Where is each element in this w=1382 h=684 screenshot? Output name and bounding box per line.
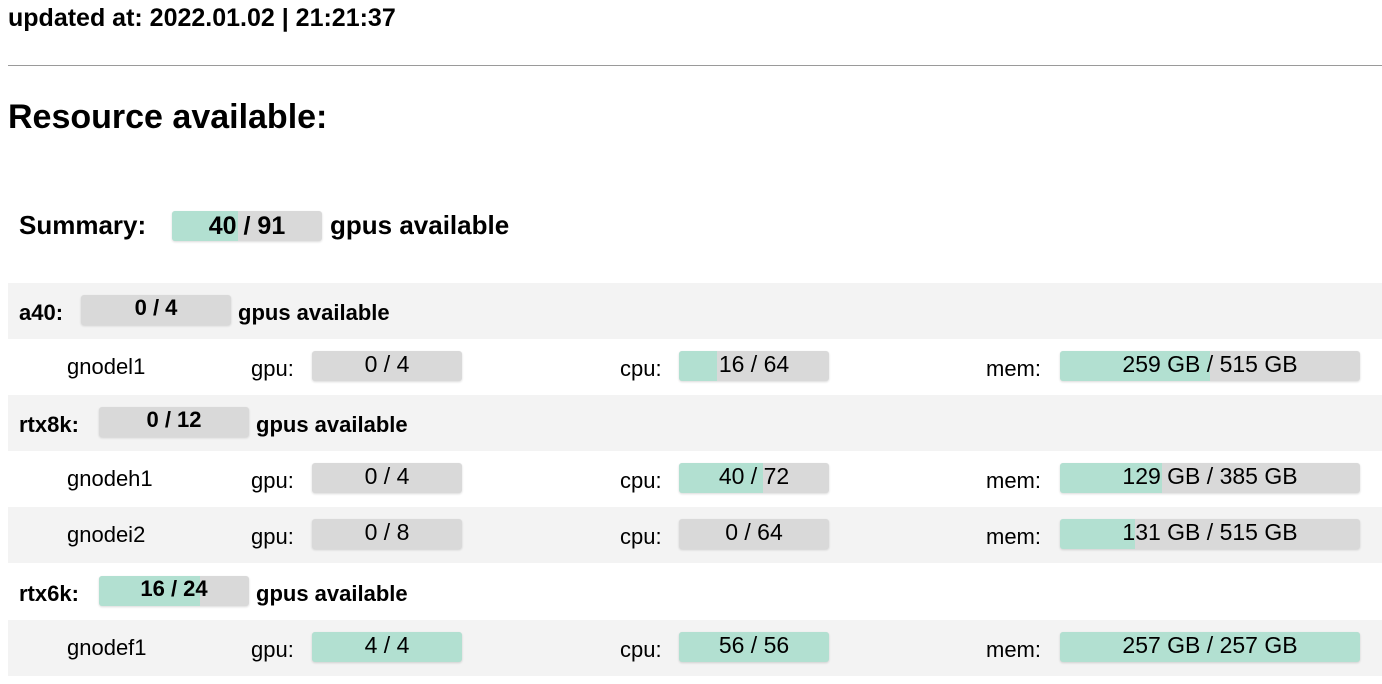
gpu-progress-bar: 4 / 4 (312, 632, 462, 662)
summary-row: Summary: 40 / 91 gpus available (19, 210, 619, 244)
mem-value: 257 GB / 257 GB (1122, 632, 1298, 658)
cpu-label: cpu: (620, 356, 662, 381)
cpu-value: 16 / 64 (718, 351, 790, 377)
cpu-progress-bar: 0 / 64 (679, 519, 829, 549)
group-value: 0 / 12 (146, 407, 202, 432)
gpu-label: gpu: (251, 468, 294, 493)
group-label: a40: (19, 300, 64, 325)
divider (8, 65, 1382, 66)
group-row-a40: a40: 0 / 4 gpus available (8, 283, 1382, 339)
cpu-value: 0 / 64 (725, 519, 783, 545)
gpu-label: gpu: (251, 524, 294, 549)
group-row-rtx8k: rtx8k: 0 / 12 gpus available (8, 395, 1382, 451)
node-name: gnodei2 (67, 522, 146, 547)
cpu-value: 56 / 56 (718, 632, 790, 658)
group-suffix: gpus available (256, 581, 408, 606)
group-progress-bar: 16 / 24 (99, 576, 249, 606)
cpu-progress-bar: 16 / 64 (679, 351, 829, 381)
group-suffix: gpus available (256, 412, 408, 437)
summary-label: Summary: (19, 210, 147, 240)
gpu-progress-bar: 0 / 8 (312, 519, 462, 549)
group-value: 16 / 24 (140, 576, 208, 601)
node-row-gnodef1: gnodef1 gpu: 4 / 4 cpu: 56 / 56 mem: 257… (8, 620, 1382, 676)
group-progress-bar: 0 / 12 (99, 407, 249, 437)
mem-label: mem: (986, 637, 1041, 662)
gpu-value: 4 / 4 (364, 632, 410, 658)
mem-label: mem: (986, 524, 1041, 549)
cpu-value: 40 / 72 (718, 463, 790, 489)
mem-progress-bar: 259 GB / 515 GB (1060, 351, 1360, 381)
gpu-value: 0 / 4 (364, 351, 410, 377)
updated-timestamp: updated at: 2022.01.02 | 21:21:37 (8, 4, 396, 32)
mem-value: 259 GB / 515 GB (1122, 351, 1298, 377)
node-name: gnodel1 (67, 354, 146, 379)
group-progress-bar: 0 / 4 (81, 295, 231, 325)
cpu-progress-bar: 56 / 56 (679, 632, 829, 662)
group-row-rtx6k: rtx6k: 16 / 24 gpus available (8, 564, 1382, 620)
mem-label: mem: (986, 468, 1041, 493)
gpu-value: 0 / 4 (364, 463, 410, 489)
cpu-label: cpu: (620, 468, 662, 493)
gpu-label: gpu: (251, 356, 294, 381)
gpu-label: gpu: (251, 637, 294, 662)
group-label: rtx6k: (19, 581, 79, 606)
node-row-gnodeh1: gnodeh1 gpu: 0 / 4 cpu: 40 / 72 mem: 129… (8, 451, 1382, 507)
gpu-value: 0 / 8 (364, 519, 410, 545)
mem-value: 129 GB / 385 GB (1122, 463, 1298, 489)
summary-suffix: gpus available (330, 210, 510, 240)
summary-value: 40 / 91 (208, 212, 286, 240)
node-row-gnodel1: gnodel1 gpu: 0 / 4 cpu: 16 / 64 mem: 259… (8, 339, 1382, 395)
group-suffix: gpus available (238, 300, 390, 325)
node-row-gnodei2: gnodei2 gpu: 0 / 8 cpu: 0 / 64 mem: 131 … (8, 507, 1382, 563)
cpu-label: cpu: (620, 524, 662, 549)
mem-progress-bar: 129 GB / 385 GB (1060, 463, 1360, 493)
summary-progress-bar: 40 / 91 (172, 211, 322, 241)
group-label: rtx8k: (19, 412, 79, 437)
gpu-progress-bar: 0 / 4 (312, 463, 462, 493)
mem-value: 131 GB / 515 GB (1122, 519, 1298, 545)
gpu-progress-bar: 0 / 4 (312, 351, 462, 381)
group-value: 0 / 4 (134, 295, 178, 320)
node-name: gnodeh1 (67, 466, 153, 491)
mem-label: mem: (986, 356, 1041, 381)
node-name: gnodef1 (67, 635, 147, 660)
cpu-label: cpu: (620, 637, 662, 662)
mem-progress-bar: 257 GB / 257 GB (1060, 632, 1360, 662)
mem-progress-bar: 131 GB / 515 GB (1060, 519, 1360, 549)
page-title: Resource available: (8, 98, 328, 136)
cpu-progress-bar: 40 / 72 (679, 463, 829, 493)
